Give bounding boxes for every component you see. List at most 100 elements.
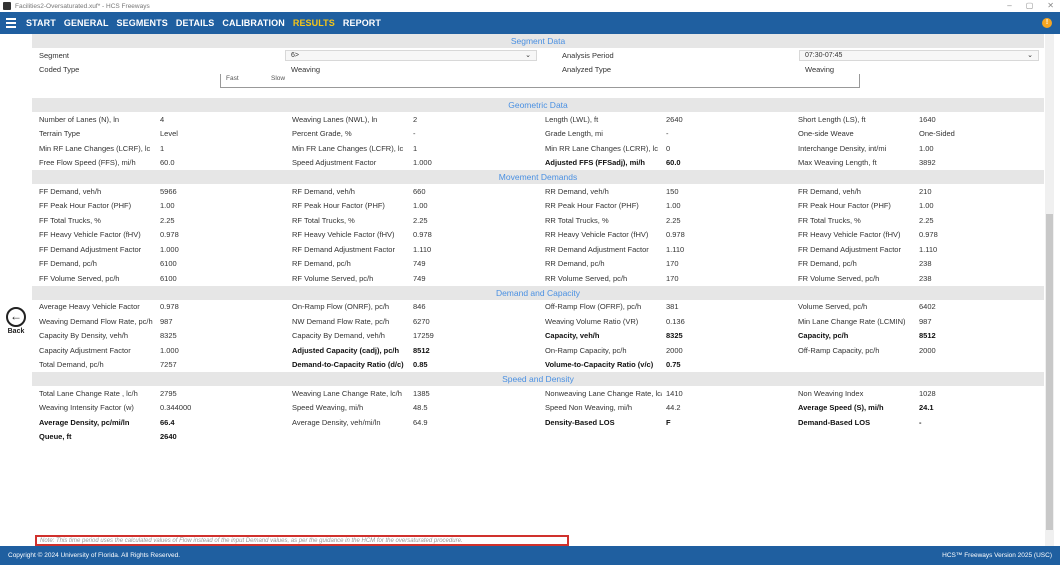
menu-item-segments[interactable]: SEGMENTS [117,18,168,28]
field-value: 2640 [160,432,177,442]
menu-item-report[interactable]: REPORT [343,18,381,28]
field-label: Off-Ramp Flow (OFRF), pc/h [545,302,642,312]
field-value: 60.0 [666,158,681,168]
field-value: 48.5 [413,403,428,413]
field-value: 2000 [919,345,936,355]
field-label: Interchange Density, int/mi [798,143,887,153]
field-value: 6270 [413,316,430,326]
field-label: RF Volume Served, pc/h [292,273,374,283]
menu-item-general[interactable]: GENERAL [64,18,109,28]
menu-item-results[interactable]: RESULTS [293,18,335,28]
field-label: RR Demand Adjustment Factor [545,244,649,254]
field-value: 749 [413,259,426,269]
field-value: 3892 [919,158,936,168]
field-value: 1.00 [666,201,681,211]
oversaturated-note: Note: This time period uses the calculat… [35,535,569,546]
data-row: Weaving Intensity Factor (w) 0.344000 Spee… [32,401,1044,416]
field-value: 44.2 [666,403,681,413]
lane-type-box: Fast Slow [220,74,860,88]
field-label: Max Weaving Length, ft [798,158,877,168]
segment-value: 6> [291,51,299,59]
segment-select[interactable]: 6> ⌄ [285,49,537,61]
data-row: FF Demand Adjustment Factor 1.000 RF Deman… [32,242,1044,257]
data-row: Total Lane Change Rate , lc/h 2795 Weaving… [32,386,1044,401]
analysis-period-label: Analysis Period [562,50,614,60]
scrollbar-thumb[interactable] [1046,214,1053,530]
data-row: FF Demand, pc/h 6100 RF Demand, pc/h 749 RR … [32,257,1044,272]
field-value: 0.344000 [160,403,192,413]
field-label: FF Demand, pc/h [39,259,97,269]
hamburger-menu-icon[interactable] [0,12,22,34]
menu-item-start[interactable]: START [26,18,56,28]
field-label: Demand-Based LOS [798,417,871,427]
minimize-icon[interactable]: – [1007,0,1011,12]
field-label: Volume-to-Capacity Ratio (v/c) [545,360,654,370]
app-icon [3,2,11,10]
field-value: 0.978 [413,230,432,240]
field-value: 4 [160,114,165,124]
info-icon[interactable]: ! [1042,18,1052,28]
field-label: Average Density, pc/mi/ln [39,417,130,427]
field-label: FR Demand, pc/h [798,259,857,269]
field-value: 1410 [666,388,683,398]
analysis-period-value: 07:30-07:45 [805,51,843,59]
field-value: 238 [919,273,932,283]
field-value: 1.00 [160,201,175,211]
field-label: Average Speed (S), mi/h [798,403,884,413]
maximize-icon[interactable]: ▢ [1026,0,1034,12]
coded-type-value: Weaving [291,64,321,74]
data-row: Terrain Type Level Percent Grade, % - Grade … [32,127,1044,142]
field-label: Short Length (LS), ft [798,114,866,124]
field-label: Adjusted Capacity (cadj), pc/h [292,345,400,355]
back-button[interactable]: ← Back [5,307,27,335]
field-value: 8325 [160,331,177,341]
field-value: 1640 [919,114,936,124]
field-label: FF Volume Served, pc/h [39,273,120,283]
footer: Copyright © 2024 University of Florida. … [0,546,1060,565]
data-row: FF Volume Served, pc/h 6100 RF Volume Serv… [32,271,1044,286]
field-value: 381 [666,302,679,312]
vertical-scrollbar[interactable] [1045,34,1054,546]
field-value: 2795 [160,388,177,398]
field-label: Demand-to-Capacity Ratio (d/c) [292,360,404,370]
field-value: 1.110 [666,244,685,254]
field-label: Min RR Lane Changes (LCRR), lc [545,143,658,153]
data-row: FF Heavy Vehicle Factor (fHV) 0.978 RF Hea… [32,228,1044,243]
field-label: FF Peak Hour Factor (PHF) [39,201,132,211]
field-value: 210 [919,186,932,196]
window-controls: – ▢ ✕ [1007,0,1054,12]
field-value: 0 [666,143,671,153]
analysis-period-select[interactable]: 07:30-07:45 ⌄ [799,49,1039,61]
field-value: 238 [919,259,932,269]
field-value: 8512 [413,345,430,355]
copyright-text: Copyright © 2024 University of Florida. … [8,552,181,559]
field-value: 8512 [919,331,936,341]
field-value: 64.9 [413,417,428,427]
field-label: Length (LWL), ft [545,114,599,124]
field-label: Min Lane Change Rate (LCMIN) [798,316,906,326]
field-value: 2000 [666,345,683,355]
section-header: Speed and Density [32,372,1044,386]
chevron-down-icon: ⌄ [525,52,531,59]
field-value: 1385 [413,388,430,398]
field-value: 987 [160,316,173,326]
field-label: Off-Ramp Capacity, pc/h [798,345,880,355]
field-label: Volume Served, pc/h [798,302,868,312]
field-label: RF Demand, pc/h [292,259,351,269]
field-label: RF Heavy Vehicle Factor (fHV) [292,230,395,240]
field-label: NW Demand Flow Rate, pc/h [292,316,390,326]
field-value: 2 [413,114,418,124]
menu-item-calibration[interactable]: CALIBRATION [222,18,284,28]
field-label: Grade Length, mi [545,129,603,139]
close-icon[interactable]: ✕ [1047,0,1054,12]
menu-item-details[interactable]: DETAILS [176,18,215,28]
field-value: 66.4 [160,417,175,427]
back-arrow-icon: ← [6,307,26,327]
field-value: 5966 [160,186,177,196]
field-label: Weaving Intensity Factor (w) [39,403,134,413]
field-value: 2.25 [919,215,934,225]
window-title: Facilities2-Oversaturated.xuf* - HCS Fre… [15,2,150,10]
field-value: 0.978 [666,230,685,240]
field-label: Density-Based LOS [545,417,615,427]
field-label: Percent Grade, % [292,129,352,139]
